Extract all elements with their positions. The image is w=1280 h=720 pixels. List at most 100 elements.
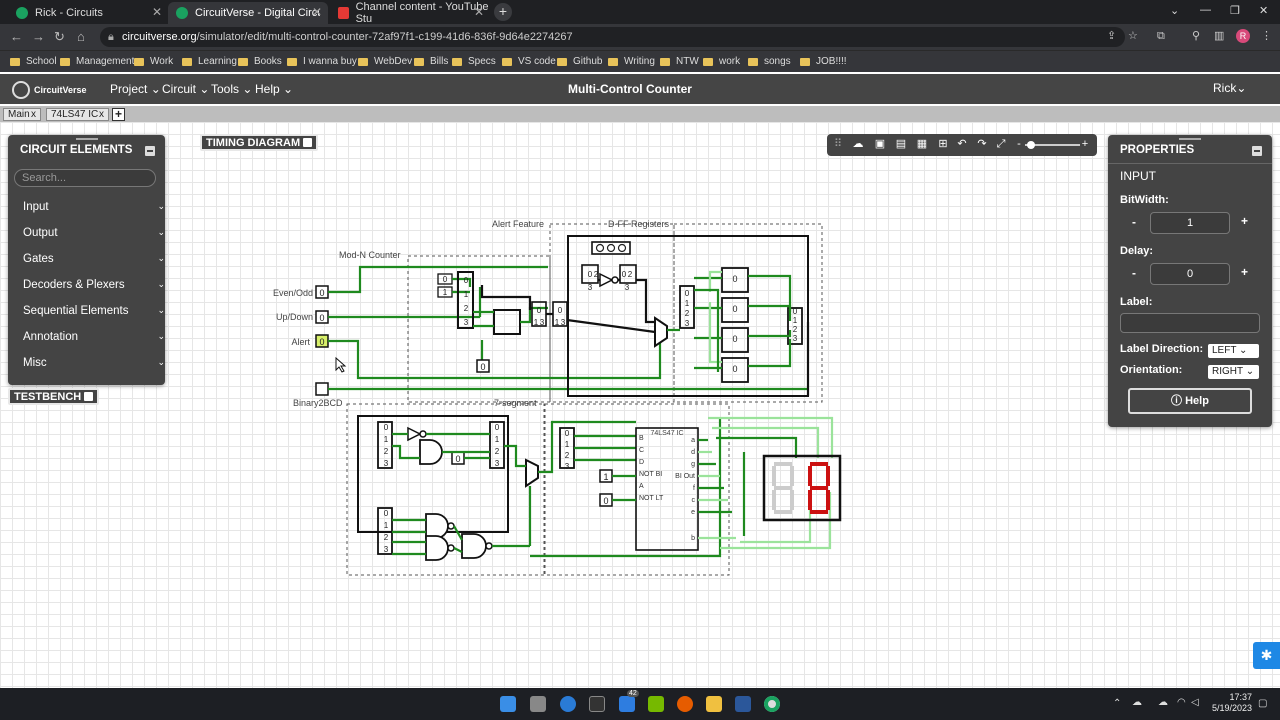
- circuit-drawing[interactable]: Mod-N Counter Alert Feature D-FF Registers…: [0, 122, 1280, 688]
- task-view-icon[interactable]: [530, 696, 546, 712]
- bookmark-1[interactable]: Management: [60, 56, 134, 67]
- led-icon[interactable]: [595, 243, 605, 253]
- bookmark-13[interactable]: work: [703, 56, 740, 67]
- element-category-6[interactable]: Misc ⌄: [23, 357, 165, 369]
- bookmark-15[interactable]: JOB!!!!: [800, 56, 847, 67]
- close-circuit-tab-icon[interactable]: x: [99, 109, 104, 120]
- clock[interactable]: 17:37 5/19/2023: [1208, 692, 1252, 714]
- ic-74ls47[interactable]: [635, 427, 699, 551]
- and-gate-bcd-3[interactable]: [425, 535, 449, 561]
- mux-alert[interactable]: [654, 316, 668, 348]
- segment[interactable]: [808, 466, 812, 486]
- segment[interactable]: [810, 510, 828, 514]
- mod-n-counter-box[interactable]: [407, 255, 551, 403]
- bookmark-star-icon[interactable]: ☆: [1128, 30, 1140, 42]
- testbench-button[interactable]: TESTBENCH: [8, 388, 100, 405]
- bitwidth-increment[interactable]: +: [1241, 214, 1248, 228]
- minimize-panel-icon[interactable]: [1252, 146, 1262, 156]
- bookmark-14[interactable]: songs: [748, 56, 791, 67]
- minimize-icon[interactable]: —: [1200, 4, 1211, 16]
- mux-bcd[interactable]: [525, 458, 539, 488]
- led-icon[interactable]: [617, 243, 627, 253]
- mail-icon[interactable]: 42: [619, 690, 639, 712]
- onedrive-icon[interactable]: ☁: [1132, 697, 1142, 708]
- segment[interactable]: [774, 510, 792, 514]
- help-button[interactable]: ⓘ Help: [1128, 388, 1252, 414]
- segment[interactable]: [826, 490, 830, 510]
- segment[interactable]: [790, 490, 794, 510]
- segment[interactable]: [772, 490, 776, 510]
- label-direction-select[interactable]: LEFT ⌄: [1208, 344, 1259, 358]
- wifi-icon[interactable]: ◠: [1177, 697, 1186, 708]
- timing-diagram-button[interactable]: TIMING DIAGRAM: [200, 134, 319, 151]
- bookmark-3[interactable]: Learning: [182, 56, 237, 67]
- save-icon[interactable]: ▣: [874, 138, 886, 150]
- profile-avatar[interactable]: R: [1236, 29, 1250, 43]
- forward-icon[interactable]: →: [32, 29, 45, 44]
- bookmark-11[interactable]: Writing: [608, 56, 655, 67]
- element-category-2[interactable]: Gates ⌄: [23, 253, 165, 265]
- restore-icon[interactable]: ❐: [1230, 4, 1240, 17]
- extensions-icon[interactable]: ⧉: [1157, 30, 1169, 42]
- segment[interactable]: [810, 462, 828, 466]
- wire-ff-out[interactable]: [748, 304, 792, 321]
- wire-o[interactable]: [694, 288, 720, 372]
- close-tab-icon[interactable]: ✕: [152, 5, 162, 19]
- nvidia-icon[interactable]: [648, 696, 664, 712]
- terminal-icon[interactable]: [589, 696, 605, 712]
- bookmark-0[interactable]: School: [10, 56, 57, 67]
- onedrive-icon[interactable]: ☁: [1158, 697, 1168, 708]
- element-category-5[interactable]: Annotation ⌄: [23, 331, 165, 343]
- bookmark-4[interactable]: Books: [238, 56, 282, 67]
- nand-bubble[interactable]: [447, 522, 455, 530]
- cloud-save-icon[interactable]: ☁: [852, 138, 864, 150]
- panel-drag-handle[interactable]: [75, 138, 98, 140]
- bookmark-6[interactable]: WebDev: [358, 56, 412, 67]
- redo-icon[interactable]: ↷: [976, 138, 988, 150]
- fit-icon[interactable]: ⊞: [937, 138, 949, 150]
- element-category-3[interactable]: Decoders & Plexers ⌄: [23, 279, 165, 291]
- start-icon[interactable]: [500, 696, 516, 712]
- circuit-tab-main[interactable]: Main x: [3, 108, 41, 121]
- share-icon[interactable]: ⇪: [1107, 30, 1119, 42]
- element-category-1[interactable]: Output ⌄: [23, 227, 165, 239]
- word-icon[interactable]: [735, 696, 751, 712]
- delay-decrement[interactable]: -: [1132, 266, 1136, 280]
- nand-bubble[interactable]: [447, 544, 455, 552]
- bookmark-9[interactable]: VS code: [502, 56, 556, 67]
- wire-ff-out[interactable]: [748, 330, 792, 338]
- tray-chevron-icon[interactable]: ⌃: [1113, 698, 1121, 709]
- element-category-4[interactable]: Sequential Elements ⌄: [23, 305, 165, 317]
- segment[interactable]: [810, 486, 828, 490]
- bookmark-10[interactable]: Github: [557, 56, 602, 67]
- back-icon[interactable]: ←: [10, 29, 23, 44]
- mouse-cursor-icon[interactable]: [335, 356, 347, 373]
- and-gate-bcd-2[interactable]: [425, 513, 449, 539]
- zoom-in-icon[interactable]: +: [1079, 138, 1091, 150]
- input-binary2bcd[interactable]: [315, 382, 329, 396]
- wire-alert[interactable]: [328, 339, 662, 380]
- elements-search-input[interactable]: Search...: [14, 169, 156, 187]
- panel-drag-handle[interactable]: [1179, 138, 1201, 140]
- firefox-icon[interactable]: [560, 696, 576, 712]
- drag-handle-icon[interactable]: ⠿: [832, 138, 844, 150]
- not-bubble[interactable]: [611, 276, 619, 284]
- wire-m[interactable]: [566, 318, 656, 334]
- wire-clock-b[interactable]: [708, 302, 722, 364]
- led-icon[interactable]: [606, 243, 616, 253]
- home-icon[interactable]: ⌂: [77, 29, 85, 44]
- wire-ab[interactable]: [453, 547, 463, 553]
- explorer-icon[interactable]: [706, 696, 722, 712]
- notifications-icon[interactable]: ▢: [1258, 698, 1267, 709]
- delay-input[interactable]: 0: [1150, 263, 1230, 285]
- delay-increment[interactable]: +: [1241, 265, 1248, 279]
- segment[interactable]: [772, 466, 776, 486]
- wire-l[interactable]: [636, 278, 655, 324]
- report-bug-icon[interactable]: ✱: [1253, 642, 1280, 669]
- add-circuit-tab-button[interactable]: +: [112, 108, 125, 121]
- fullscreen-icon[interactable]: ⤢: [995, 138, 1007, 150]
- delete-icon[interactable]: ▤: [895, 138, 907, 150]
- bitwidth-input[interactable]: 1: [1150, 212, 1230, 234]
- not-bubble[interactable]: [419, 430, 427, 438]
- minimize-panel-icon[interactable]: [145, 146, 155, 156]
